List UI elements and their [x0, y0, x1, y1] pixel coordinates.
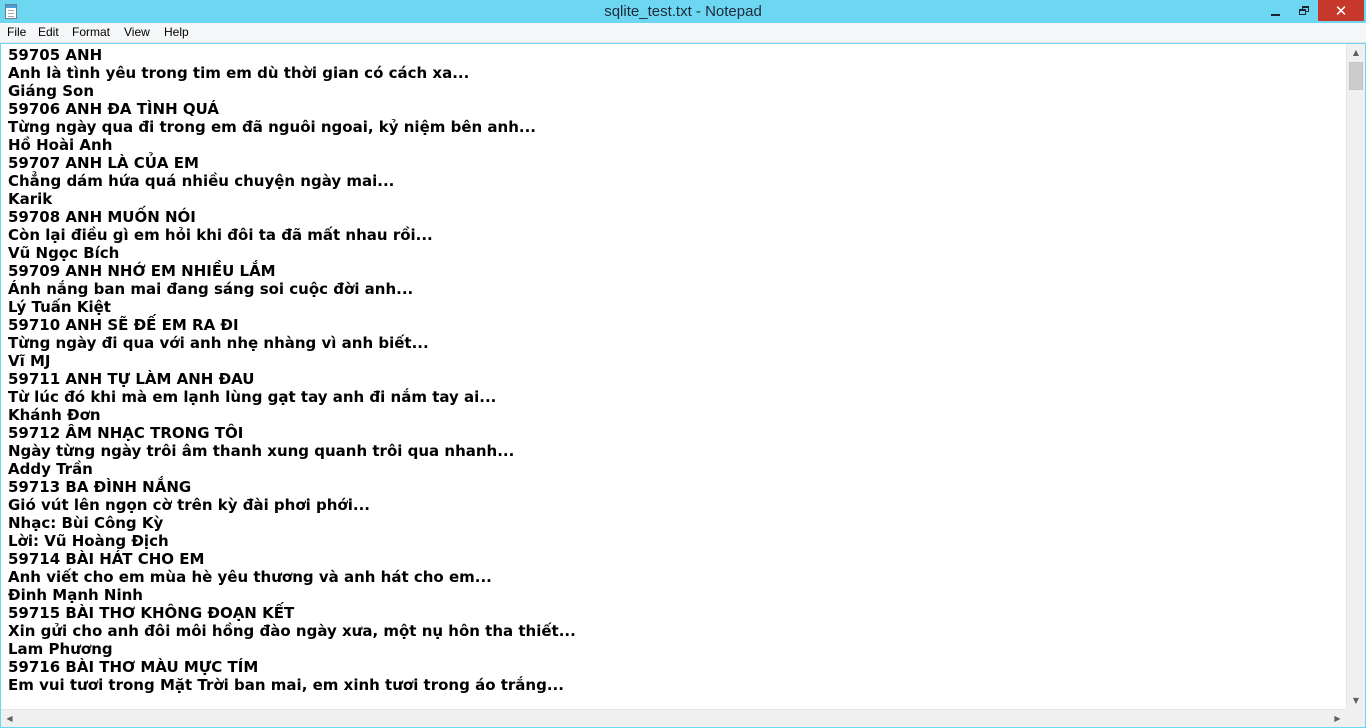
- text-line: Vĩ MJ: [8, 352, 51, 370]
- text-line: 59705 ANH: [8, 46, 103, 64]
- scroll-right-arrow-icon[interactable]: ▶: [1329, 710, 1346, 727]
- window-title: sqlite_test.txt - Notepad: [604, 3, 762, 20]
- text-line: Từng ngày đi qua với anh nhẹ nhàng vì an…: [8, 334, 429, 352]
- scroll-left-arrow-icon[interactable]: ◀: [1, 710, 18, 727]
- text-line: 59713 BA ĐÌNH NẮNG: [8, 478, 192, 496]
- text-line: 59710 ANH SẼ ĐẾ EM RA ĐI: [8, 316, 239, 334]
- close-icon: ✕: [1334, 1, 1348, 20]
- text-line: Gió vút lên ngọn cờ trên kỳ đài phơi phớ…: [8, 496, 370, 514]
- text-line: Từ lúc đó khi mà em lạnh lùng gạt tay an…: [8, 388, 497, 406]
- text-line: Còn lại điều gì em hỏi khi đôi ta đã mất…: [8, 226, 433, 244]
- text-line: Nhạc: Bùi Công Kỳ: [8, 514, 164, 532]
- text-line: Ánh nắng ban mai đang sáng soi cuộc đời …: [8, 280, 414, 298]
- text-line: Addy Trần: [8, 460, 93, 478]
- text-line: Em vui tươi trong Mặt Trời ban mai, em x…: [8, 676, 564, 694]
- text-line: Karik: [8, 190, 53, 208]
- text-line: 59706 ANH ĐA TÌNH QUÁ: [8, 100, 219, 118]
- scroll-down-arrow-icon[interactable]: ▼: [1347, 692, 1365, 709]
- text-line: Lời: Vũ Hoàng Địch: [8, 532, 169, 550]
- text-line: Hồ Hoài Anh: [8, 136, 113, 154]
- minimize-button[interactable]: [1262, 0, 1289, 21]
- menu-bar: File Edit Format View Help: [0, 23, 1366, 43]
- text-line: 59714 BÀI HÁT CHO EM: [8, 550, 205, 568]
- text-line: Anh viết cho em mùa hè yêu thương và anh…: [8, 568, 492, 586]
- text-line: 59711 ANH TỰ LÀM ANH ĐAU: [8, 370, 255, 388]
- text-line: 59709 ANH NHỚ EM NHIỀU LẮM: [8, 262, 276, 280]
- text-line: Giáng Son: [8, 82, 95, 100]
- restore-button[interactable]: [1290, 0, 1317, 21]
- text-line: Xin gửi cho anh đôi môi hồng đào ngày xư…: [8, 622, 576, 640]
- text-line: Ngày từng ngày trôi âm thanh xung quanh …: [8, 442, 515, 460]
- restore-icon: [1298, 6, 1309, 15]
- notepad-window: sqlite_test.txt - Notepad ✕ File Edit Fo…: [0, 0, 1366, 728]
- close-button[interactable]: ✕: [1318, 0, 1364, 21]
- menu-help[interactable]: Help: [164, 25, 189, 39]
- text-line: 59707 ANH LÀ CỦA EM: [8, 154, 199, 172]
- vertical-scrollbar[interactable]: ▲ ▼: [1346, 44, 1365, 709]
- menu-format[interactable]: Format: [72, 25, 110, 39]
- text-line: Khánh Đơn: [8, 406, 101, 424]
- text-line: Đinh Mạnh Ninh: [8, 586, 143, 604]
- title-bar[interactable]: sqlite_test.txt - Notepad ✕: [0, 0, 1366, 23]
- text-line: 59712 ÂM NHẠC TRONG TÔI: [8, 424, 244, 442]
- vertical-scroll-thumb[interactable]: [1349, 62, 1363, 90]
- horizontal-scrollbar[interactable]: ◀ ▶: [1, 709, 1346, 727]
- text-line: Từng ngày qua đi trong em đã nguôi ngoai…: [8, 118, 536, 136]
- scroll-up-arrow-icon[interactable]: ▲: [1347, 44, 1365, 61]
- text-line: 59715 BÀI THƠ KHÔNG ĐOẠN KẾT: [8, 604, 295, 622]
- menu-view[interactable]: View: [124, 25, 150, 39]
- menu-edit[interactable]: Edit: [38, 25, 59, 39]
- text-line: Chẳng dám hứa quá nhiều chuyện ngày mai.…: [8, 172, 395, 190]
- minimize-icon: [1271, 13, 1280, 16]
- text-line: 59708 ANH MUỐN NÓI: [8, 208, 196, 226]
- text-line: Lý Tuấn Kiệt: [8, 298, 111, 316]
- menu-file[interactable]: File: [7, 25, 26, 39]
- text-line: Lam Phương: [8, 640, 113, 658]
- text-line: Vũ Ngọc Bích: [8, 244, 120, 262]
- text-editor-area[interactable]: 59705 ANH Anh là tình yêu trong tim em dù…: [1, 44, 1346, 709]
- text-line: 59716 BÀI THƠ MÀU MỰC TÍM: [8, 658, 259, 676]
- scrollbar-corner: [1346, 709, 1365, 727]
- text-line: Anh là tình yêu trong tim em dù thời gia…: [8, 64, 470, 82]
